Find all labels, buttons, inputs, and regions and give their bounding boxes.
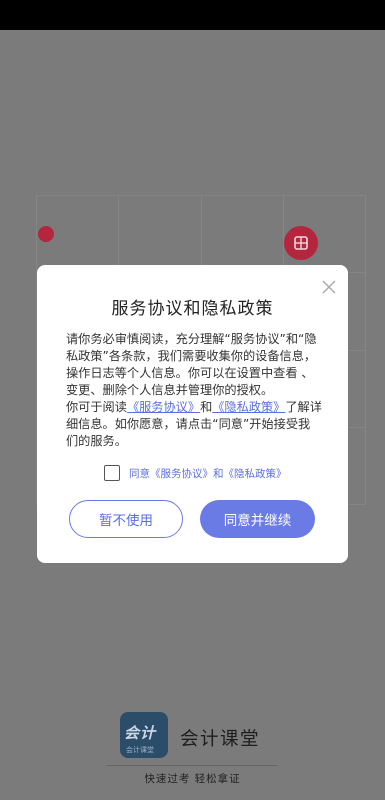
floating-action-button[interactable] — [284, 226, 318, 260]
app-slogan: 快速过考 轻松拿证 — [144, 773, 241, 785]
service-agreement-link[interactable]: 《服务协议》 — [127, 400, 200, 414]
agree-checkbox[interactable] — [104, 465, 120, 481]
close-icon[interactable] — [321, 279, 337, 295]
logo-text: 会计 — [124, 724, 157, 742]
logo-subtext: 会计课堂 — [126, 746, 154, 754]
dialog-body-text: 和 — [200, 400, 213, 414]
footer-divider — [107, 765, 277, 766]
background-marker-dot — [38, 226, 54, 242]
status-bar — [0, 0, 385, 30]
privacy-policy-dialog: 服务协议和隐私政策 请你务必审慎阅读，充分理解“服务协议”和“隐私政策”各条款，… — [37, 265, 348, 563]
app-logo: 会计 会计课堂 — [120, 712, 168, 758]
accept-button[interactable]: 同意并继续 — [200, 500, 315, 538]
grid-icon — [294, 236, 308, 250]
dialog-body-text: 你可于阅读 — [66, 400, 127, 414]
app-name: 会计课堂 — [180, 729, 261, 750]
dialog-body-paragraph-1: 请你务必审慎阅读，充分理解“服务协议”和“隐私政策”各条款，我们需要收集你的设备… — [66, 332, 317, 397]
agree-label[interactable]: 同意《服务协议》和《隐私政策》 — [129, 466, 287, 481]
dialog-body: 请你务必审慎阅读，充分理解“服务协议”和“隐私政策”各条款，我们需要收集你的设备… — [66, 331, 322, 450]
decline-button[interactable]: 暂不使用 — [69, 500, 183, 538]
agree-row: 同意《服务协议》和《隐私政策》 — [104, 463, 334, 483]
dialog-title: 服务协议和隐私政策 — [111, 299, 274, 319]
privacy-policy-link[interactable]: 《隐私政策》 — [212, 400, 285, 414]
